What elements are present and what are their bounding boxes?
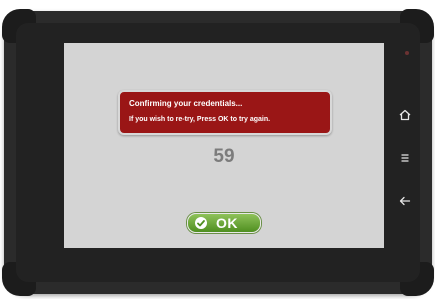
dialog-message: If you wish to re-try, Press OK to try a… (129, 116, 271, 123)
home-button[interactable] (397, 107, 413, 123)
status-led (405, 51, 409, 55)
credentials-dialog: Confirming your credentials... If you wi… (118, 90, 332, 135)
ok-button[interactable]: OK (187, 213, 261, 233)
check-circle-icon (195, 217, 207, 229)
menu-icon (401, 154, 409, 162)
back-button[interactable] (397, 193, 413, 209)
screen: Confirming your credentials... If you wi… (64, 43, 384, 248)
menu-button[interactable] (397, 150, 413, 166)
back-icon (399, 196, 411, 206)
countdown-timer: 59 (213, 146, 235, 167)
dialog-title: Confirming your credentials... (129, 99, 243, 108)
ok-button-label: OK (216, 215, 238, 231)
home-icon (399, 109, 411, 121)
